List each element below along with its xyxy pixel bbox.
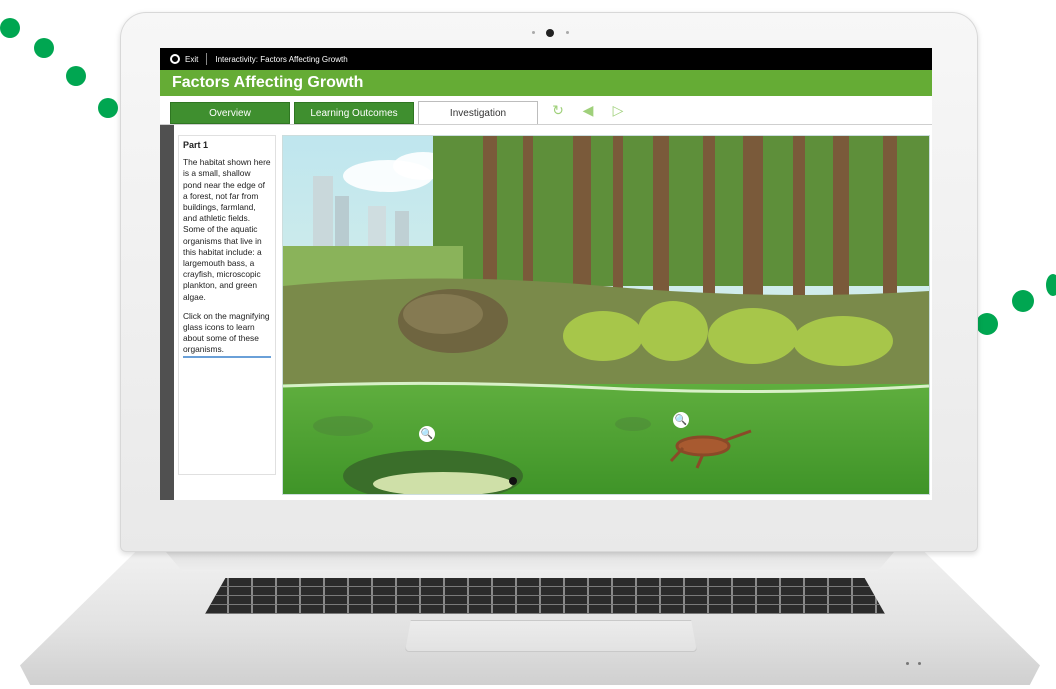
webcam [546,29,554,37]
decor-dot [98,98,118,118]
pond-illustration [283,136,929,494]
next-icon[interactable]: ▷ [608,100,628,120]
status-led [918,662,921,665]
exit-link[interactable]: Exit [185,55,198,64]
previous-icon[interactable]: ◀ [578,100,598,120]
laptop-screen: Exit Interactivity: Factors Affecting Gr… [160,48,932,500]
top-bar: Exit Interactivity: Factors Affecting Gr… [160,48,932,70]
habitat-scene: 🔍 🔍 [282,135,930,495]
status-led [906,662,909,665]
decor-dot [66,66,86,86]
camera-sensor [566,31,569,34]
decor-dot [1046,274,1056,296]
refresh-icon[interactable]: ↻ [548,100,568,120]
decor-dot [1012,290,1034,312]
camera-sensor [532,31,535,34]
tab-learning-outcomes[interactable]: Learning Outcomes [294,102,414,124]
left-strip [160,125,174,500]
laptop-trackpad [405,620,697,652]
instructions-panel: Part 1 The habitat shown here is a small… [178,135,276,475]
panel-paragraph: The habitat shown here is a small, shall… [183,157,271,302]
magnifying-glass-icon[interactable]: 🔍 [419,426,435,442]
breadcrumb: Interactivity: Factors Affecting Growth [215,54,348,64]
main-content: Part 1 The habitat shown here is a small… [160,125,932,500]
divider [206,53,208,65]
exit-icon[interactable] [170,54,180,64]
tab-investigation[interactable]: Investigation [418,101,538,124]
page-title: Factors Affecting Growth [160,70,932,96]
magnifying-glass-icon[interactable]: 🔍 [673,412,689,428]
panel-instruction: Click on the magnifying glass icons to l… [183,311,271,358]
laptop-keyboard [205,578,885,614]
tab-bar: Overview Learning Outcomes Investigation… [160,96,932,125]
tab-overview[interactable]: Overview [170,102,290,124]
panel-heading: Part 1 [183,140,209,150]
decor-dot [0,18,20,38]
decor-dot [34,38,54,58]
decor-dot [976,313,998,335]
